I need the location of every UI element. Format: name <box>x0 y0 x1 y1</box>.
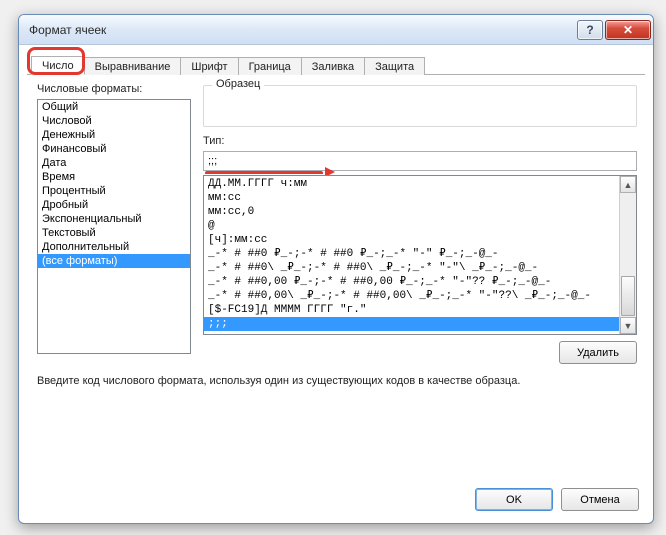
format-code-row[interactable]: мм:сс,0 <box>204 205 619 219</box>
cancel-button[interactable]: Отмена <box>561 488 639 511</box>
category-item-all-formats[interactable]: (все форматы) <box>38 254 190 268</box>
category-item[interactable]: Дробный <box>38 198 190 212</box>
scroll-up-button[interactable]: ▲ <box>620 176 636 193</box>
delete-button[interactable]: Удалить <box>559 341 637 364</box>
categories-label: Числовые форматы: <box>37 83 142 95</box>
sample-group: Образец <box>203 85 637 127</box>
format-code-row[interactable]: @ <box>204 219 619 233</box>
dialog-buttons: OK Отмена <box>475 488 639 511</box>
format-code-row[interactable]: ДД.ММ.ГГГГ ч:мм <box>204 177 619 191</box>
category-item[interactable]: Общий <box>38 100 190 114</box>
scroll-down-button[interactable]: ▼ <box>620 317 636 334</box>
tab-protection[interactable]: Защита <box>364 57 425 75</box>
scroll-track[interactable] <box>620 193 636 317</box>
category-item[interactable]: Дополнительный <box>38 240 190 254</box>
window-title: Формат ячеек <box>29 23 577 37</box>
format-codes-items: ДД.ММ.ГГГГ ч:мм мм:сс мм:сс,0 @ [ч]:мм:с… <box>204 176 619 334</box>
formats-scrollbar[interactable]: ▲ ▼ <box>619 176 636 334</box>
format-code-row[interactable]: _-* # ##0,00 ₽_-;-* # ##0,00 ₽_-;_-* "-"… <box>204 275 619 289</box>
number-panel: Числовые форматы: Общий Числовой Денежны… <box>33 79 639 465</box>
sample-label: Образец <box>212 78 264 90</box>
format-code-row[interactable]: [$-FC19]Д ММММ ГГГГ "г." <box>204 303 619 317</box>
dialog-content: Число Выравнивание Шрифт Граница Заливка… <box>27 51 645 473</box>
format-cells-dialog: Формат ячеек ? ✕ Число Выравнивание Шриф… <box>18 14 654 524</box>
category-item[interactable]: Числовой <box>38 114 190 128</box>
tab-fill[interactable]: Заливка <box>301 57 365 75</box>
category-item[interactable]: Финансовый <box>38 142 190 156</box>
format-code-row[interactable]: [ч]:мм:сс <box>204 233 619 247</box>
tabstrip: Число Выравнивание Шрифт Граница Заливка… <box>27 51 645 75</box>
categories-list[interactable]: Общий Числовой Денежный Финансовый Дата … <box>37 99 191 354</box>
chevron-up-icon: ▲ <box>624 180 633 190</box>
tab-number[interactable]: Число <box>31 56 85 75</box>
format-code-row[interactable]: _-* # ##0,00\ _₽_-;-* # ##0,00\ _₽_-;_-*… <box>204 289 619 303</box>
help-button[interactable]: ? <box>577 20 603 40</box>
format-code-row[interactable]: мм:сс <box>204 191 619 205</box>
type-input[interactable] <box>203 151 637 171</box>
category-item[interactable]: Процентный <box>38 184 190 198</box>
tab-alignment[interactable]: Выравнивание <box>84 57 182 75</box>
category-item[interactable]: Экспоненциальный <box>38 212 190 226</box>
category-item[interactable]: Текстовый <box>38 226 190 240</box>
ok-button[interactable]: OK <box>475 488 553 511</box>
tab-font[interactable]: Шрифт <box>180 57 238 75</box>
format-codes-list[interactable]: ДД.ММ.ГГГГ ч:мм мм:сс мм:сс,0 @ [ч]:мм:с… <box>203 175 637 335</box>
category-item[interactable]: Время <box>38 170 190 184</box>
tab-border[interactable]: Граница <box>238 57 302 75</box>
help-text: Введите код числового формата, используя… <box>37 375 635 387</box>
close-button[interactable]: ✕ <box>605 20 651 40</box>
format-code-row[interactable]: _-* # ##0 ₽_-;-* # ##0 ₽_-;_-* "-" ₽_-;_… <box>204 247 619 261</box>
scroll-thumb[interactable] <box>621 276 635 316</box>
titlebar[interactable]: Формат ячеек ? ✕ <box>19 15 653 45</box>
category-item[interactable]: Денежный <box>38 128 190 142</box>
category-item[interactable]: Дата <box>38 156 190 170</box>
help-icon: ? <box>586 23 593 37</box>
chevron-down-icon: ▼ <box>624 321 633 331</box>
type-label: Тип: <box>203 135 224 147</box>
format-code-row[interactable]: _-* # ##0\ _₽_-;-* # ##0\ _₽_-;_-* "-"\ … <box>204 261 619 275</box>
close-icon: ✕ <box>623 23 633 37</box>
format-code-row-selected[interactable]: ;;; <box>204 317 619 331</box>
